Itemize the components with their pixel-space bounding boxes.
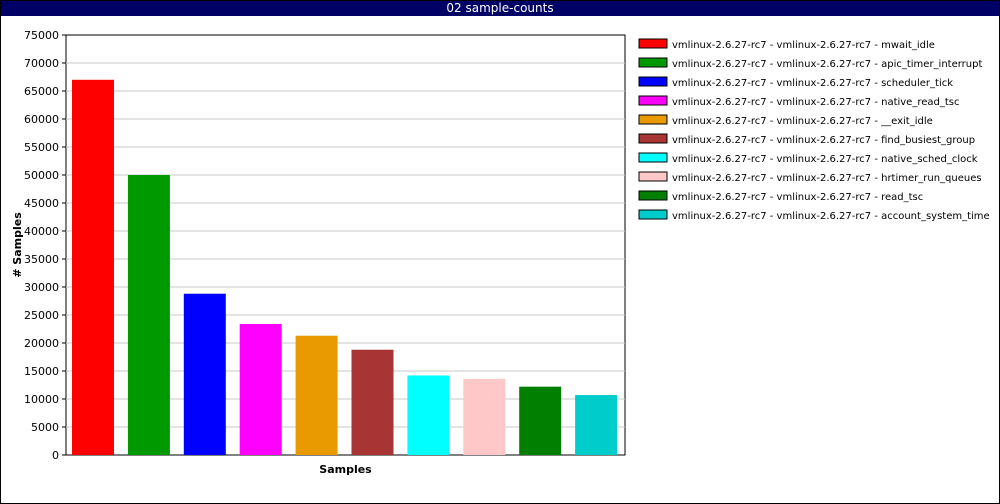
legend-label: vmlinux-2.6.27-rc7 - vmlinux-2.6.27-rc7 … [672,40,935,51]
legend-label: vmlinux-2.6.27-rc7 - vmlinux-2.6.27-rc7 … [672,192,923,203]
legend-label: vmlinux-2.6.27-rc7 - vmlinux-2.6.27-rc7 … [672,211,990,222]
legend-swatch [638,38,668,49]
legend-swatch [638,152,668,163]
x-axis-title: Samples [319,463,372,476]
y-tick-label: 5000 [31,421,59,434]
y-tick-label: 30000 [24,281,59,294]
bar [295,335,338,455]
legend-swatch [638,57,668,68]
legend-swatch [638,190,668,201]
legend-swatch [638,95,668,106]
y-tick-label: 70000 [24,57,59,70]
y-tick-label: 45000 [24,197,59,210]
y-tick-label: 25000 [24,309,59,322]
bar [407,375,450,455]
y-tick-label: 35000 [24,253,59,266]
y-tick-label: 20000 [24,337,59,350]
bar [127,175,170,455]
bar [351,349,394,455]
bar [463,378,506,455]
y-tick-label: 55000 [24,141,59,154]
legend-label: vmlinux-2.6.27-rc7 - vmlinux-2.6.27-rc7 … [672,116,933,127]
bar-chart: 0 5000 10000 15000 20000 25000 30000 35000 40000… [11,29,990,476]
y-axis-title: # Samples [11,212,24,278]
bar [519,386,562,455]
y-tick-label: 15000 [24,365,59,378]
y-tick-label: 50000 [24,169,59,182]
legend-label: vmlinux-2.6.27-rc7 - vmlinux-2.6.27-rc7 … [672,78,953,89]
y-tick-label: 10000 [24,393,59,406]
legend-swatch [638,133,668,144]
legend-label: vmlinux-2.6.27-rc7 - vmlinux-2.6.27-rc7 … [672,135,975,146]
y-tick-label: 0 [52,449,59,462]
legend-label: vmlinux-2.6.27-rc7 - vmlinux-2.6.27-rc7 … [672,154,978,165]
legend-label: vmlinux-2.6.27-rc7 - vmlinux-2.6.27-rc7 … [672,97,960,108]
legend-label: vmlinux-2.6.27-rc7 - vmlinux-2.6.27-rc7 … [672,59,982,70]
legend-swatch [638,209,668,220]
legend-label: vmlinux-2.6.27-rc7 - vmlinux-2.6.27-rc7 … [672,173,982,184]
y-tick-label: 65000 [24,85,59,98]
bar [239,323,282,455]
legend-swatch [638,76,668,87]
bar [575,395,618,455]
legend-swatch [638,171,668,182]
y-tick-label: 60000 [24,113,59,126]
y-tick-label: 40000 [24,225,59,238]
y-tick-label: 75000 [24,29,59,42]
bar [183,293,226,455]
bar [72,79,114,456]
legend-swatch [638,114,668,125]
